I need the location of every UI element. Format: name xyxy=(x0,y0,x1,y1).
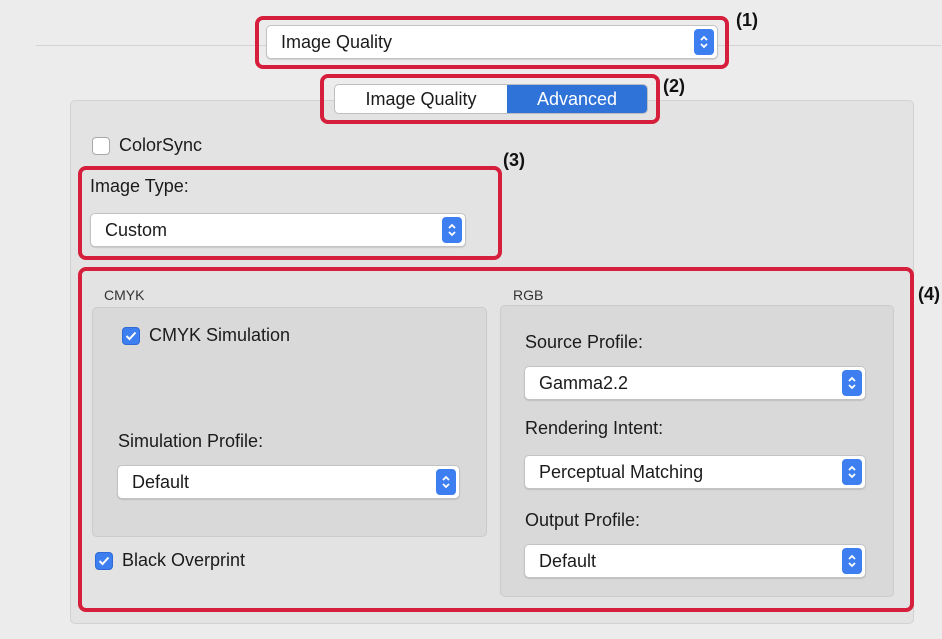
callout-label-1: (1) xyxy=(736,10,758,30)
callout-box-2 xyxy=(320,74,660,124)
callout-box-3 xyxy=(78,166,502,260)
colorsync-label: ColorSync xyxy=(119,135,203,155)
callout-label-2: (2) xyxy=(663,76,685,96)
colorsync-checkbox[interactable] xyxy=(92,136,110,155)
callout-box-4 xyxy=(78,267,914,612)
callout-label-3: (3) xyxy=(503,150,525,170)
callout-box-1 xyxy=(255,16,729,69)
colorsync-checkbox-row[interactable]: ColorSync xyxy=(92,135,202,156)
callout-label-4: (4) xyxy=(918,284,940,304)
